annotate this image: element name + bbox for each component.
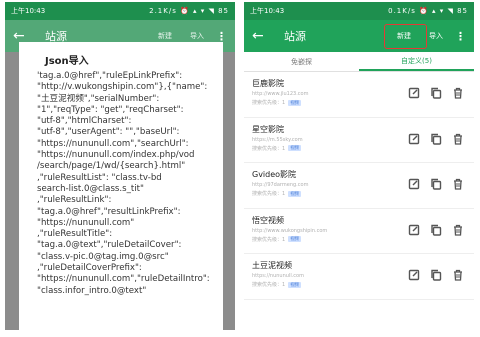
status-time: 上午10:43 <box>11 7 46 15</box>
row-actions <box>408 178 464 190</box>
copy-icon[interactable] <box>430 178 442 190</box>
json-text-area[interactable]: 'tag.a.0@href","ruleEpLinkPrefix": "http… <box>37 71 211 297</box>
status-icons: 2.1K/s ⏰ ▴ ▾ ◥ 85 <box>149 7 229 15</box>
copy-icon[interactable] <box>430 269 442 281</box>
edit-icon[interactable] <box>408 269 420 281</box>
copy-icon[interactable] <box>430 224 442 236</box>
delete-icon[interactable] <box>452 224 464 236</box>
edit-icon[interactable] <box>408 87 420 99</box>
copy-icon[interactable] <box>430 133 442 145</box>
delete-icon[interactable] <box>452 87 464 99</box>
app-bar: ← 站源 新建 导入 ⋮ <box>244 20 474 52</box>
dialog-title: Json导入 <box>45 56 89 67</box>
type-badge: 视频 <box>288 281 302 288</box>
source-meta: 搜索优先级：1 视频 <box>252 145 474 152</box>
copy-icon[interactable] <box>430 87 442 99</box>
source-row[interactable]: 悟空视频 http://www.wukongshipin.com 搜索优先级：1… <box>244 209 474 254</box>
type-badge: 视频 <box>288 236 302 242</box>
status-bar: 上午10:43 2.1K/s ⏰ ▴ ▾ ◥ 85 <box>5 2 235 20</box>
new-button-highlight <box>384 24 427 49</box>
source-meta: 搜索优先级：1 视频 <box>252 236 474 243</box>
search-priority: 搜索优先级：1 <box>252 100 286 106</box>
source-row[interactable]: 星空影院 https://m.55sky.com 搜索优先级：1 视频 <box>244 118 474 163</box>
edit-icon[interactable] <box>408 133 420 145</box>
page-title: 站源 <box>284 30 306 43</box>
import-button[interactable]: 导入 <box>425 28 447 44</box>
type-badge: 视频 <box>288 190 302 197</box>
right-phone-screen: 上午10:43 0.1K/s ⏰ ▴ ▾ ◥ 85 ← 站源 新建 导入 ⋮ 免… <box>244 2 474 330</box>
edit-icon[interactable] <box>408 178 420 190</box>
edit-icon[interactable] <box>408 224 420 236</box>
source-meta: 搜索优先级：1 视频 <box>252 281 474 288</box>
status-bar: 上午10:43 0.1K/s ⏰ ▴ ▾ ◥ 85 <box>244 2 474 20</box>
delete-icon[interactable] <box>452 133 464 145</box>
search-priority: 搜索优先级：1 <box>252 236 286 243</box>
search-priority: 搜索优先级：1 <box>252 145 286 152</box>
arrow-back-icon[interactable]: ← <box>252 28 272 44</box>
row-actions <box>408 87 464 99</box>
source-meta: 搜索优先级：1 视频 <box>252 190 474 197</box>
source-row[interactable]: Gvideo影院 http://97darmeng.com 搜索优先级：1 视频 <box>244 163 474 209</box>
source-row[interactable]: 土豆泥视频 https://nununull.com 搜索优先级：1 视频 <box>244 254 474 300</box>
search-priority: 搜索优先级：1 <box>252 282 286 288</box>
source-list: 巨鹿影院 http://www.jlu123.com 搜索优先级：1 视频 星空… <box>244 72 474 300</box>
more-vert-icon[interactable]: ⋮ <box>455 30 466 43</box>
delete-icon[interactable] <box>452 269 464 281</box>
search-priority: 搜索优先级：1 <box>252 191 286 197</box>
type-badge: 视频 <box>288 145 302 151</box>
tab-custom[interactable]: 自定义(5) <box>359 52 474 71</box>
left-phone-screen: 上午10:43 2.1K/s ⏰ ▴ ▾ ◥ 85 ← 站源 新建 导入 ⋮ J… <box>5 2 235 330</box>
row-actions <box>408 224 464 236</box>
row-actions <box>408 269 464 281</box>
source-meta: 搜索优先级：1 视频 <box>252 99 474 106</box>
tab-builtin[interactable]: 免嵌探 <box>244 52 359 71</box>
source-row[interactable]: 巨鹿影院 http://www.jlu123.com 搜索优先级：1 视频 <box>244 72 474 118</box>
delete-icon[interactable] <box>452 178 464 190</box>
type-badge: 视频 <box>288 99 302 106</box>
status-icons: 0.1K/s ⏰ ▴ ▾ ◥ 85 <box>388 7 468 15</box>
status-time: 上午10:43 <box>250 7 285 15</box>
tab-bar: 免嵌探 自定义(5) <box>244 52 474 72</box>
more-vert-icon[interactable]: ⋮ <box>216 30 227 43</box>
row-actions <box>408 133 464 145</box>
json-import-dialog: Json导入 'tag.a.0@href","ruleEpLinkPrefix"… <box>19 42 223 330</box>
